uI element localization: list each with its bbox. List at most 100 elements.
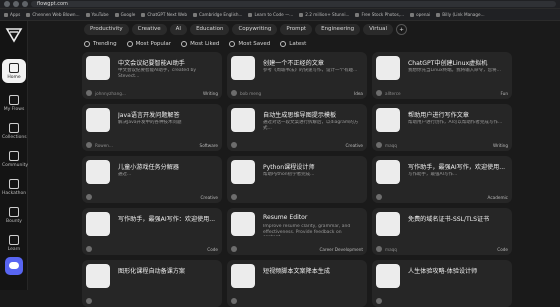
sidebar-item-community[interactable]: Community bbox=[2, 147, 29, 171]
card-meta bbox=[376, 298, 508, 304]
home-icon bbox=[9, 63, 19, 73]
bookmark-item[interactable]: Google bbox=[114, 12, 135, 17]
card-thumbnail bbox=[376, 108, 400, 132]
sort-most-liked[interactable]: Most Liked bbox=[181, 39, 219, 49]
back-icon[interactable] bbox=[4, 1, 10, 7]
sort-latest[interactable]: Latest bbox=[280, 39, 306, 49]
card-thumbnail bbox=[376, 56, 400, 80]
avatar bbox=[86, 246, 92, 252]
card-tag: Fun bbox=[500, 90, 509, 96]
filter-education[interactable]: Education bbox=[190, 24, 230, 35]
bookmark-label: ChatGPT Next Web bbox=[147, 12, 188, 17]
filter-virtual[interactable]: Virtual bbox=[363, 24, 394, 35]
prompt-card[interactable]: ChatGPT中创建Linux虚拟机 我想你充当Linux终端。我将输入命令，您将… bbox=[372, 52, 512, 99]
bookmark-label: Apps bbox=[10, 12, 21, 17]
card-title: Java语言开发问题解答 bbox=[118, 112, 180, 119]
card-tag: Code bbox=[497, 246, 508, 252]
bookmark-item[interactable]: Billy (Link Manage... bbox=[436, 12, 485, 17]
sort-most-popular[interactable]: Most Popular bbox=[126, 39, 171, 49]
avatar bbox=[376, 142, 382, 148]
bookmark-item[interactable]: YouTube bbox=[85, 12, 109, 17]
prompt-card[interactable]: 儿童小游戏任务分解器 通过... Creative bbox=[82, 156, 222, 203]
card-title: 图形化课程自动备课方案 bbox=[118, 268, 186, 275]
address-bar[interactable]: flowgpt.com bbox=[31, 1, 556, 7]
flowgpt-logo-icon[interactable] bbox=[5, 26, 23, 44]
bookmark-item[interactable]: Cambridge English... bbox=[193, 12, 242, 17]
refresh-icon[interactable] bbox=[22, 1, 28, 7]
card-tag: Software bbox=[199, 142, 218, 148]
prompt-card[interactable]: Java语言开发问题解答 解决Java开发中的各种技术问题 Rowen... Soft… bbox=[82, 104, 222, 151]
card-author: allterce bbox=[385, 90, 401, 96]
bookmark-item[interactable]: Chennen Web Blown... bbox=[26, 12, 80, 17]
sidebar-item-label: Learn bbox=[7, 247, 21, 252]
filter-productivity[interactable]: Productivity bbox=[84, 24, 129, 35]
card-title: 帮助用户进行写作文章 bbox=[408, 112, 469, 119]
discord-icon[interactable] bbox=[5, 257, 23, 275]
sort-label: Most Liked bbox=[190, 41, 220, 47]
card-title: 创建一个不正经的文章 bbox=[263, 60, 324, 67]
collections-icon bbox=[9, 123, 19, 133]
avatar bbox=[231, 90, 237, 96]
prompt-card[interactable]: 免费的域名证书-SSL/TLS证书 maqq Code bbox=[372, 208, 512, 255]
avatar bbox=[86, 194, 92, 200]
filter-prompt[interactable]: Prompt bbox=[280, 24, 313, 35]
prompt-card[interactable]: 帮助用户进行写作文章 帮助用户进行创作，AI可以帮助作者完成写作... maqq Wr… bbox=[372, 104, 512, 151]
sort-most-saved[interactable]: Most Saved bbox=[229, 39, 270, 49]
prompt-card[interactable]: 中文会议纪要智能AI助手 中文会议纪要智能AI助手，created by Stev… bbox=[82, 52, 222, 99]
sort-trending[interactable]: Trending bbox=[84, 39, 117, 49]
bookmark-item[interactable]: 2.2 million+ Stunni... bbox=[299, 12, 349, 17]
card-meta: maqq Writing bbox=[376, 142, 508, 148]
prompt-card[interactable]: 写作助手，最强AI写作：欢迎使用... Code bbox=[82, 208, 222, 255]
filter-copywriting[interactable]: Copywriting bbox=[232, 24, 278, 35]
filter-ai[interactable]: AI bbox=[169, 24, 188, 35]
prompt-card[interactable]: 人生体验攻略-体验设计师 bbox=[372, 260, 512, 307]
sidebar-item-learn[interactable]: Learn bbox=[2, 231, 26, 255]
prompt-card[interactable]: Python课程设计师 帮助Python初学者完成... bbox=[227, 156, 367, 203]
bookmark-icon bbox=[85, 12, 90, 17]
sidebar-item-label: Collections bbox=[2, 135, 27, 140]
prompt-card[interactable]: 图形化课程自动备课方案 bbox=[82, 260, 222, 307]
sidebar-item-bounty[interactable]: Bounty bbox=[2, 203, 26, 227]
bookmark-item[interactable]: Apps bbox=[4, 12, 20, 17]
card-description: Improve resume clarity, grammar, and eff… bbox=[263, 224, 351, 236]
card-meta bbox=[231, 298, 363, 304]
card-meta: Academic bbox=[376, 194, 508, 200]
sidebar-item-home[interactable]: Home bbox=[2, 59, 26, 83]
card-author: bob meng bbox=[240, 90, 262, 96]
bookmark-item[interactable]: ChatGPT Next Web bbox=[141, 12, 187, 17]
prompt-card[interactable]: Resume Editor Improve resume clarity, gra… bbox=[227, 208, 367, 255]
bookmark-item[interactable]: Learn to Code —... bbox=[248, 12, 293, 17]
browser-toolbar: flowgpt.com bbox=[0, 0, 560, 9]
forward-icon[interactable] bbox=[13, 1, 19, 7]
bookmark-label: openai bbox=[416, 12, 431, 17]
prompt-card[interactable]: 短视频脚本文案降本生成 bbox=[227, 260, 367, 307]
bookmark-icon bbox=[4, 12, 8, 17]
prompt-card[interactable]: 创建一个不正经的文章 参考《周瑜书法》的快速写作，设计一个有趣... bob men… bbox=[227, 52, 367, 99]
my-flows-icon bbox=[9, 95, 19, 105]
sidebar-item-label: Hackathon bbox=[2, 191, 27, 196]
prompt-card[interactable]: 自动生成思维导图提示模板 通过对话一段文案进行拆解后，以diagram的方式...… bbox=[227, 104, 367, 151]
bookmark-icon bbox=[26, 12, 31, 17]
sidebar-item-collections[interactable]: Collections bbox=[2, 119, 27, 143]
bookmark-item[interactable]: openai bbox=[410, 12, 430, 17]
card-thumbnail bbox=[86, 108, 110, 132]
filter-engineering[interactable]: Engineering bbox=[315, 24, 361, 35]
card-thumbnail bbox=[231, 56, 255, 80]
add-filter-button[interactable]: + bbox=[396, 24, 408, 35]
sort-bar: Trending Most Popular Most Liked Most Sa… bbox=[84, 39, 306, 49]
filter-creative[interactable]: Creative bbox=[131, 24, 167, 35]
sidebar-item-hackathon[interactable]: Hackathon bbox=[2, 175, 26, 199]
popular-icon bbox=[126, 41, 133, 47]
card-description bbox=[118, 276, 216, 288]
card-meta bbox=[231, 194, 363, 200]
avatar bbox=[86, 90, 92, 96]
prompt-card[interactable]: 写作助手，最强AI写作，欢迎使用... 写作助手，最强AI写作... Academi… bbox=[372, 156, 512, 203]
bookmark-item[interactable]: Free Stock Photos,... bbox=[355, 12, 404, 17]
bookmark-label: Chennen Web Blown... bbox=[32, 12, 80, 17]
bookmark-label: Learn to Code —... bbox=[254, 12, 294, 17]
avatar bbox=[86, 298, 92, 304]
card-title: Resume Editor bbox=[263, 214, 308, 221]
sidebar-item-label: Community bbox=[2, 163, 29, 168]
card-description: 帮助Python初学者完成... bbox=[263, 172, 315, 177]
sidebar-item-my-flows[interactable]: My Flows bbox=[2, 91, 26, 115]
